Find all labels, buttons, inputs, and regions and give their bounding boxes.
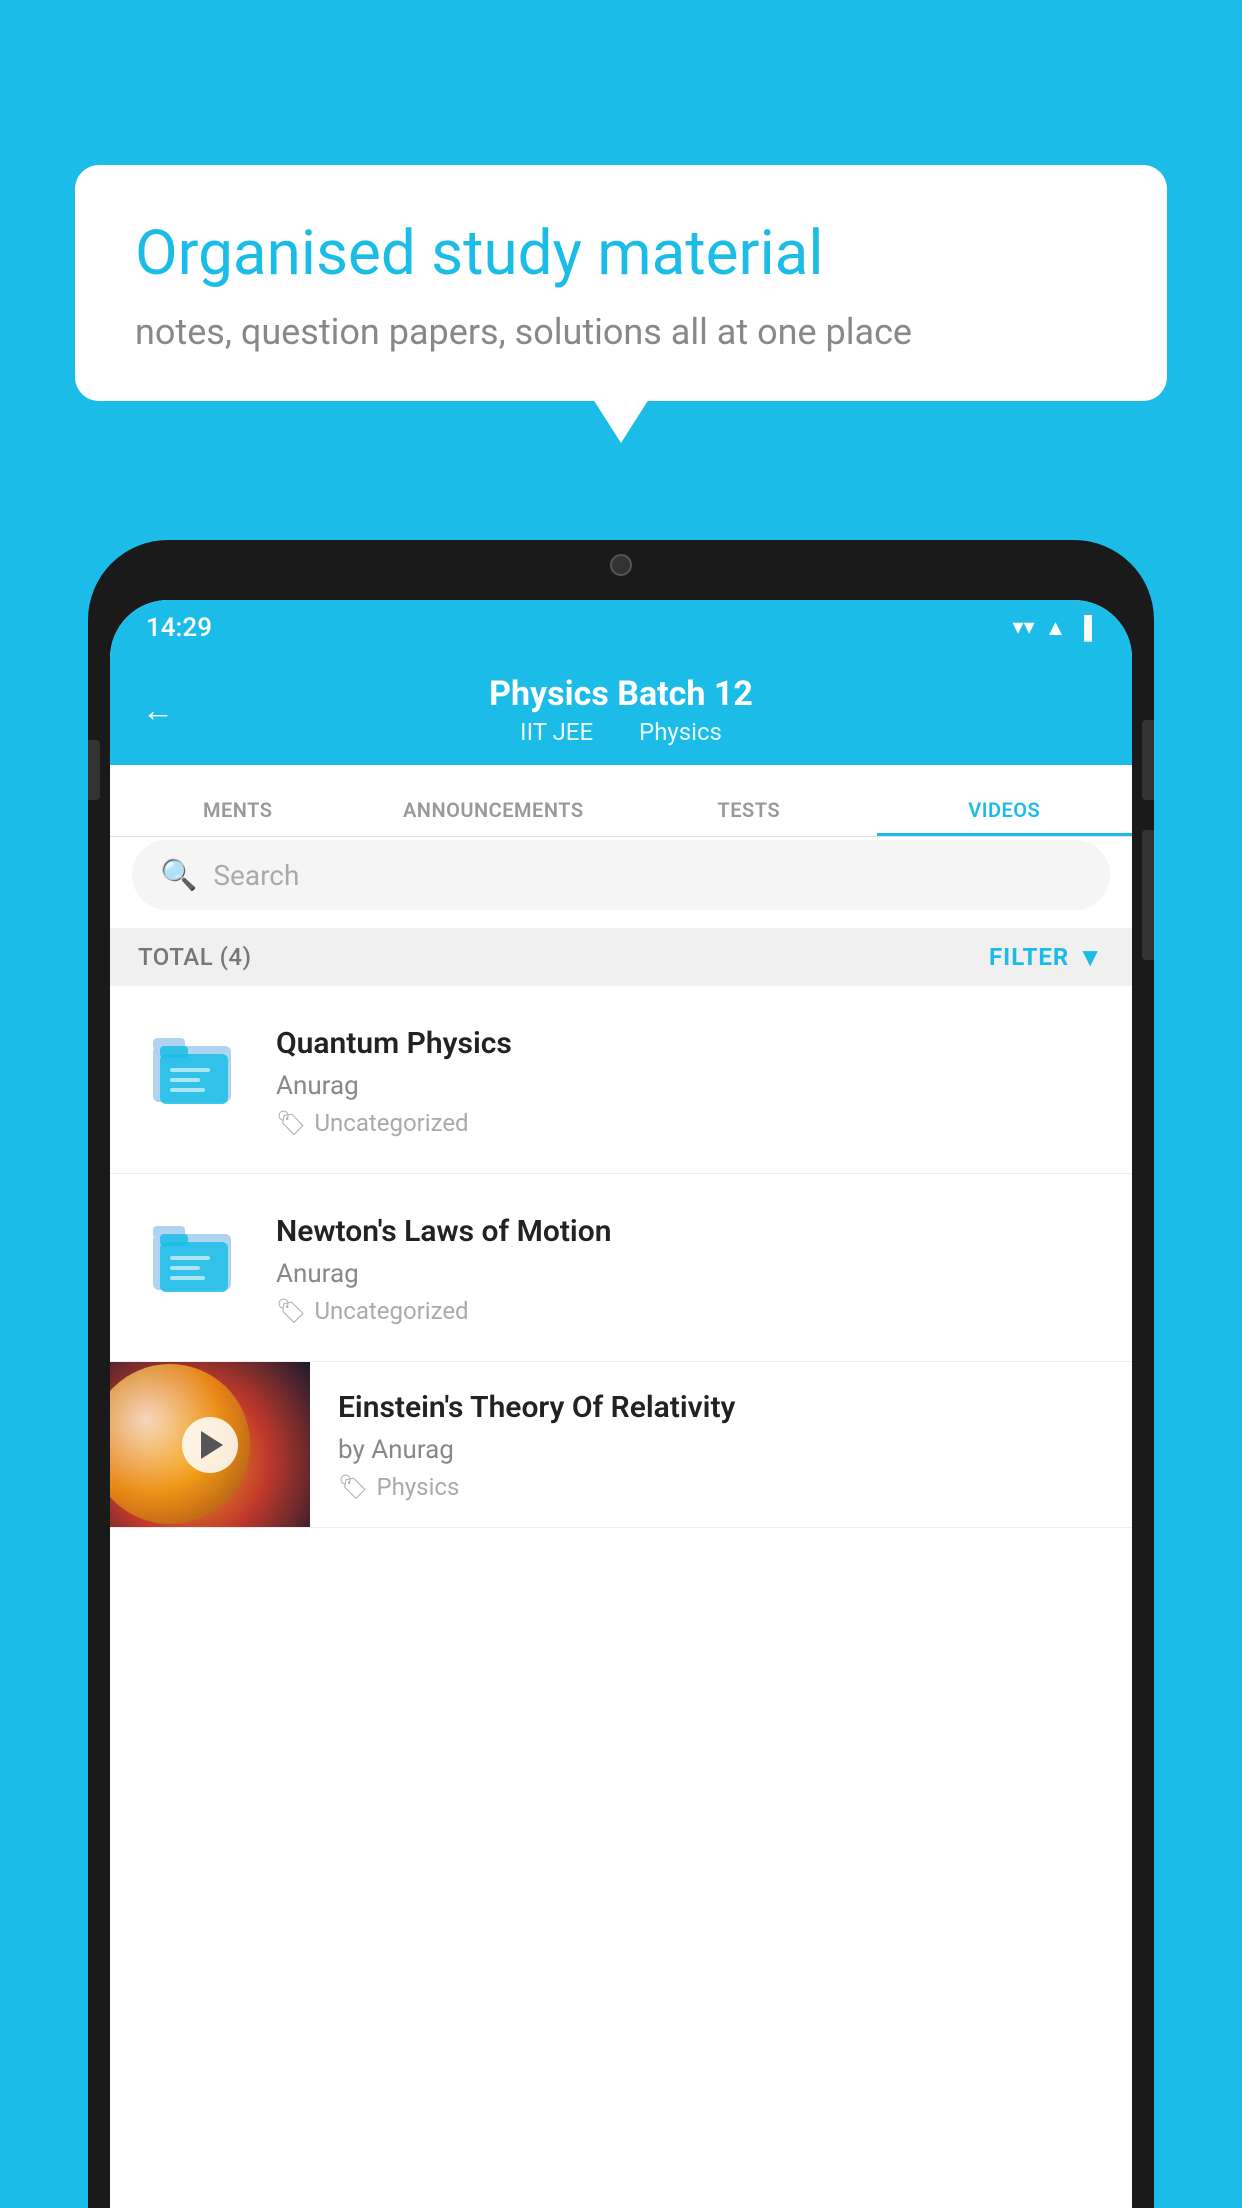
back-button[interactable]: ← <box>142 691 174 729</box>
phone-screen: 14:29 ▾▾ ▲ ▐ ← Physics Batch 12 IIT JEE … <box>110 600 1132 2208</box>
phone-frame: 14:29 ▾▾ ▲ ▐ ← Physics Batch 12 IIT JEE … <box>88 540 1154 2208</box>
item-tag: 🏷 Uncategorized <box>276 1297 1104 1325</box>
bubble-subtitle: notes, question papers, solutions all at… <box>135 311 1107 353</box>
status-icons: ▾▾ ▲ ▐ <box>1013 615 1092 641</box>
folder-icon <box>148 1024 238 1108</box>
tabs-bar: MENTS ANNOUNCEMENTS TESTS VIDEOS <box>110 765 1132 837</box>
app-header: ← Physics Batch 12 IIT JEE Physics <box>110 655 1132 765</box>
item-author: Anurag <box>276 1071 1104 1101</box>
video-list: Quantum Physics Anurag 🏷 Uncategorized <box>110 986 1132 2208</box>
play-triangle-icon <box>201 1431 223 1459</box>
item-title: Newton's Laws of Motion <box>276 1214 1104 1249</box>
item-tag: 🏷 Physics <box>338 1473 1112 1501</box>
bubble-title: Organised study material <box>135 217 1107 291</box>
camera <box>610 554 632 576</box>
header-subtitle-physics: Physics <box>639 718 722 746</box>
header-subtitle-iit: IIT JEE <box>520 718 593 746</box>
tab-ments[interactable]: MENTS <box>110 798 366 836</box>
tab-announcements[interactable]: ANNOUNCEMENTS <box>366 798 622 836</box>
status-bar: 14:29 ▾▾ ▲ ▐ <box>110 600 1132 655</box>
item-info: Einstein's Theory Of Relativity by Anura… <box>310 1362 1132 1521</box>
speech-bubble: Organised study material notes, question… <box>75 165 1167 401</box>
play-button[interactable] <box>182 1417 238 1473</box>
wifi-icon: ▾▾ <box>1013 615 1035 640</box>
search-icon: 🔍 <box>160 858 197 893</box>
item-title: Quantum Physics <box>276 1026 1104 1061</box>
item-info: Quantum Physics Anurag 🏷 Uncategorized <box>276 1022 1104 1137</box>
folder-icon <box>148 1212 238 1296</box>
header-title: Physics Batch 12 <box>489 674 753 714</box>
header-subtitle: IIT JEE Physics <box>510 718 732 746</box>
total-label: TOTAL (4) <box>138 943 251 971</box>
tag-icon: 🏷 <box>338 1473 368 1501</box>
tab-videos[interactable]: VIDEOS <box>877 798 1133 836</box>
filter-button[interactable]: FILTER ▼ <box>989 942 1104 973</box>
tag-icon: 🏷 <box>276 1297 306 1325</box>
item-thumbnail <box>138 1022 248 1110</box>
tab-tests[interactable]: TESTS <box>621 798 877 836</box>
search-bar[interactable]: 🔍 Search <box>132 840 1110 910</box>
item-info: Newton's Laws of Motion Anurag 🏷 Uncateg… <box>276 1210 1104 1325</box>
video-thumbnail-image <box>110 1362 310 1527</box>
item-author: by Anurag <box>338 1435 1112 1465</box>
list-item[interactable]: Quantum Physics Anurag 🏷 Uncategorized <box>110 986 1132 1174</box>
item-tag: 🏷 Uncategorized <box>276 1109 1104 1137</box>
signal-icon: ▲ <box>1045 615 1067 641</box>
power-button-bottom <box>1142 830 1154 960</box>
power-button-top <box>1142 720 1154 800</box>
volume-button <box>88 740 100 800</box>
search-placeholder: Search <box>213 859 299 892</box>
item-title: Einstein's Theory Of Relativity <box>338 1390 1112 1425</box>
list-item[interactable]: Newton's Laws of Motion Anurag 🏷 Uncateg… <box>110 1174 1132 1362</box>
item-thumbnail <box>138 1210 248 1298</box>
tag-icon: 🏷 <box>276 1109 306 1137</box>
filter-bar: TOTAL (4) FILTER ▼ <box>110 928 1132 986</box>
background: Organised study material notes, question… <box>0 0 1242 2208</box>
battery-icon: ▐ <box>1076 615 1092 641</box>
filter-funnel-icon: ▼ <box>1077 942 1104 973</box>
filter-label: FILTER <box>989 943 1069 971</box>
notch <box>531 540 711 595</box>
status-time: 14:29 <box>146 613 212 643</box>
item-author: Anurag <box>276 1259 1104 1289</box>
list-item[interactable]: Einstein's Theory Of Relativity by Anura… <box>110 1362 1132 1528</box>
